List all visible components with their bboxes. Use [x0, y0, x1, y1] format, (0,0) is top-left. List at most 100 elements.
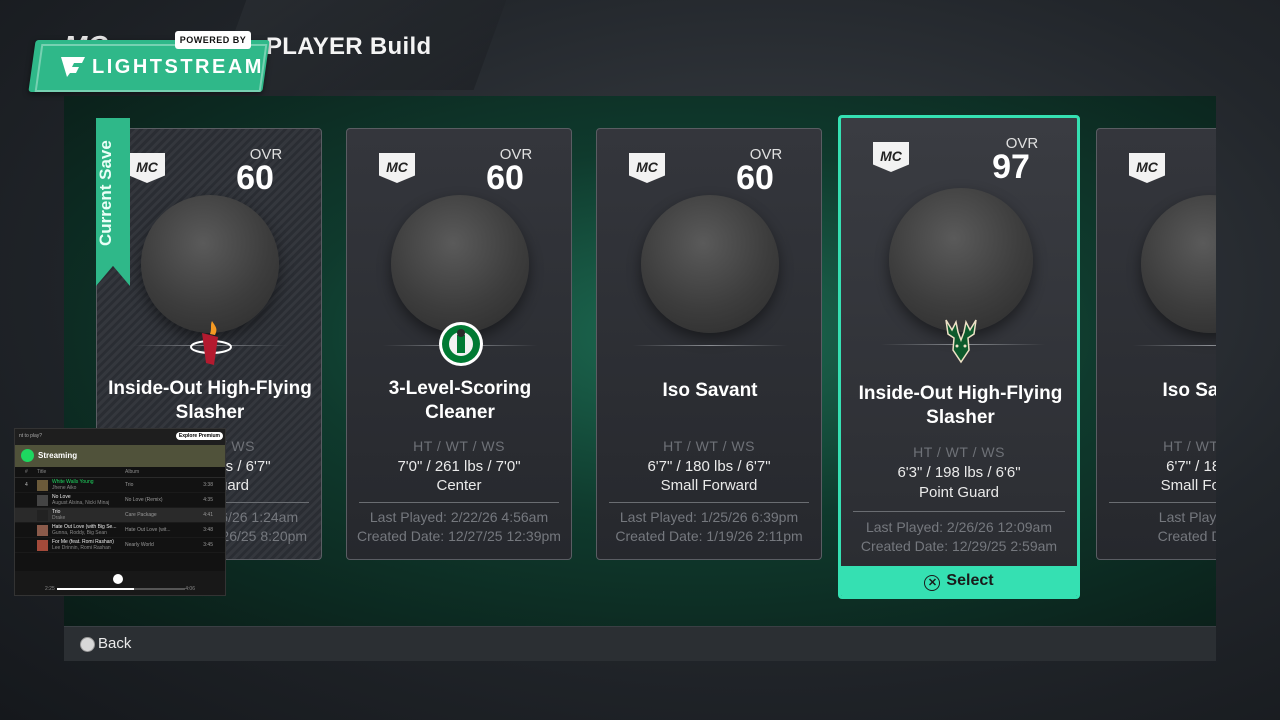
build-card[interactable]: MC OVR 60 Iso Savant HT / WT / WS 6'7" /…: [596, 128, 822, 560]
ovr-value: 97: [992, 148, 1030, 186]
current-save-label: Current Save: [96, 140, 115, 246]
track-row[interactable]: For Me (feat. Romi Rashan) Lee Drinnin, R…: [15, 538, 225, 553]
track-duration: 3:48: [203, 527, 213, 533]
build-name: Inside-Out High-Flying Slasher: [108, 378, 312, 423]
track-artist: August Alsina, Nicki Minaj: [52, 500, 110, 506]
ovr-value: 60: [236, 159, 274, 197]
heat-logo-icon: [190, 321, 232, 365]
height-weight-wingspan: 7'0" / 261 lbs / 7'0": [397, 458, 521, 475]
position: Point Guard: [918, 484, 1000, 501]
height-weight-wingspan: 6'3" / 198 lbs / 6'6": [897, 464, 1021, 481]
divider: [1133, 345, 1216, 346]
track-album: Care Package: [125, 512, 157, 518]
created-date: Created Date: 12/29/25 2:59am: [860, 538, 1058, 554]
progress-slider[interactable]: [57, 588, 185, 590]
height-weight-wingspan: 6'7" / 180 lbs / 6'7": [647, 458, 771, 475]
col-title: Title: [37, 469, 47, 475]
bucks-logo-icon: [945, 319, 977, 364]
track-artist: Drake: [52, 515, 66, 521]
spotify-search-hint[interactable]: nt to play?: [19, 433, 42, 439]
col-num: #: [25, 469, 28, 475]
player-portrait-placeholder: [391, 195, 529, 333]
player-portrait-placeholder: [641, 195, 779, 333]
album-art: [37, 525, 48, 536]
lightstream-text: LIGHTSTREAM: [92, 56, 264, 78]
total-time: 4:06: [185, 586, 195, 592]
mc-logo-icon: MC: [1129, 153, 1165, 183]
spotify-mini-player: nt to play? Explore Premium Streaming # …: [14, 428, 226, 596]
circle-button-icon[interactable]: [80, 637, 95, 652]
track-album: Trio: [125, 482, 134, 488]
build-name: Inside-Out High-Flying Slasher: [858, 383, 1063, 428]
mc-logo-icon: MC: [379, 153, 415, 183]
build-card[interactable]: MC OVR 60 3-Level-Scoring Cleaner HT / W…: [346, 128, 572, 560]
album-art: [37, 495, 48, 506]
cross-button-icon: ✕: [924, 575, 941, 591]
album-art: [37, 540, 48, 551]
explore-premium-button[interactable]: Explore Premium: [175, 432, 223, 440]
last-played: Last Played: 1/25/26 6:39pm: [619, 509, 799, 525]
footer-bar: [64, 626, 1216, 661]
divider: [633, 345, 787, 346]
build-name: Iso Savant: [662, 380, 758, 401]
spotify-topbar: nt to play? Explore Premium: [15, 429, 225, 445]
divider: [359, 502, 559, 503]
track-num: 4: [25, 482, 28, 488]
created-date: Created Date: 12/27/25 12:39pm: [357, 528, 561, 544]
track-row[interactable]: 4 White Walls Young Jhene Aiko Trio 3:38: [15, 478, 225, 493]
last-played: Last Played: 2/22/26 4:56am: [369, 509, 549, 525]
lightstream-logo-icon: [61, 57, 85, 77]
track-artist: Gunna, Roddy, Big Sean: [52, 530, 107, 536]
album-art: [37, 480, 48, 491]
playback-bar: 2:25 4:06: [15, 571, 225, 595]
track-columns-header: # Title Album: [15, 467, 225, 478]
track-duration: 3:38: [203, 482, 213, 488]
play-pause-icon[interactable]: [113, 574, 123, 584]
track-artist: Jhene Aiko: [52, 485, 77, 491]
card-clip: MC Iso Savant HT / WT / WS 6'7" / 180 lb…: [1096, 128, 1216, 560]
hw-label: HT / WT / WS: [913, 444, 1005, 460]
build-name: 3-Level-Scoring Cleaner: [388, 378, 532, 423]
player-portrait-placeholder: [889, 188, 1033, 332]
mc-logo-icon: MC: [129, 153, 165, 183]
height-weight-wingspan: 6'7" / 180 lbs: [1166, 458, 1216, 475]
pause-icon[interactable]: [21, 449, 34, 462]
track-duration: 3:45: [203, 542, 213, 548]
ovr-value: 60: [736, 159, 774, 197]
track-row[interactable]: Trio Drake Care Package 4:41: [15, 508, 225, 523]
select-label: Select: [946, 572, 994, 589]
last-played: Last Played: 2/2: [1158, 509, 1216, 525]
back-button[interactable]: Back: [98, 635, 131, 652]
hw-label: HT / WT / WS: [663, 438, 755, 454]
divider: [853, 511, 1065, 512]
track-row[interactable]: No Love August Alsina, Nicki Minaj No Love…: [15, 493, 225, 508]
celtics-logo-icon: [439, 322, 483, 366]
playlist-title: Streaming: [38, 451, 78, 460]
page-title: PLAYER Build: [266, 33, 432, 60]
select-button[interactable]: ✕ Select: [841, 566, 1077, 596]
ovr-value: 60: [486, 159, 524, 197]
track-duration: 4:35: [203, 497, 213, 503]
track-artist: Lee Drinnin, Romi Rashan: [52, 545, 111, 551]
position: Small Forward: [1160, 477, 1216, 494]
track-album: Hate Out Love (wit...: [125, 527, 171, 533]
elapsed-time: 2:25: [45, 586, 55, 592]
track-duration: 4:41: [203, 512, 213, 518]
divider: [1109, 502, 1216, 503]
build-card-selected[interactable]: MC OVR 97 Inside-Out High-Flying Slasher…: [838, 115, 1080, 599]
track-row[interactable]: Hate Out Love (with Big Se... Gunna, Rodd…: [15, 523, 225, 538]
created-date: Created Date: 1/19/26 2:11pm: [615, 528, 803, 544]
position: Center: [436, 477, 482, 494]
mc-logo-icon: MC: [873, 142, 909, 172]
created-date: Created Date: 1/: [1157, 528, 1216, 544]
album-art: [37, 510, 48, 521]
track-album: Nearly World: [125, 542, 154, 548]
playlist-header: Streaming: [15, 445, 225, 467]
divider: [609, 502, 809, 503]
player-portrait-placeholder: [1141, 195, 1216, 333]
build-card[interactable]: MC Iso Savant HT / WT / WS 6'7" / 180 lb…: [1096, 128, 1216, 560]
build-name: Iso Savant: [1162, 380, 1216, 401]
powered-by-label: POWERED BY: [175, 31, 251, 49]
hw-label: HT / WT / WS: [1163, 438, 1216, 454]
track-album: No Love (Remix): [125, 497, 163, 503]
